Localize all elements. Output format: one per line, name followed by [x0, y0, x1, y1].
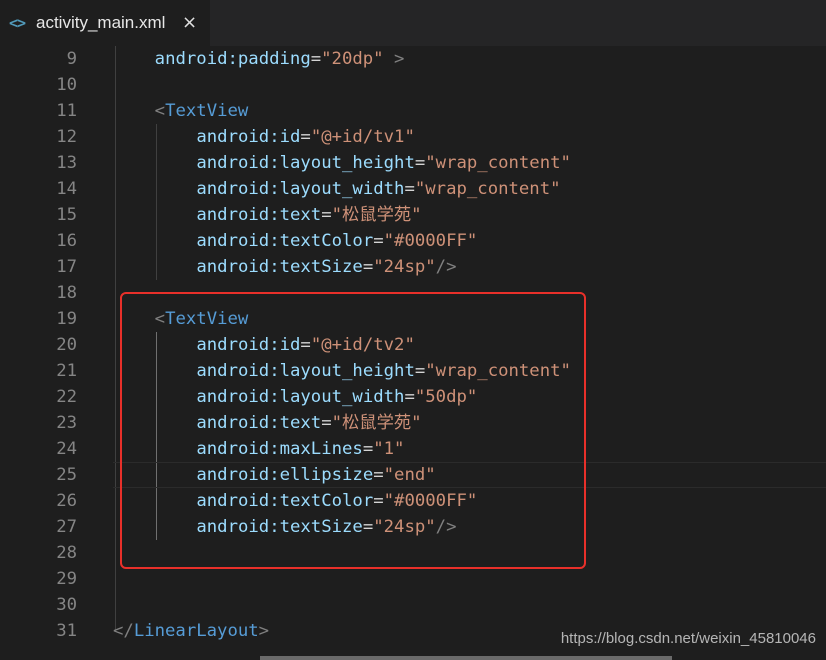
token-attr: android:id	[196, 127, 301, 147]
line-number: 10	[56, 75, 77, 95]
code-text: android:textColor="#0000FF"	[196, 228, 477, 254]
code-line[interactable]: 14 android:layout_width="wrap_content"	[0, 176, 826, 202]
code-line[interactable]: 9 android:padding="20dp" >	[0, 46, 826, 72]
token-eq: =	[300, 127, 311, 147]
line-number: 25	[56, 465, 77, 485]
line-number: 13	[56, 153, 77, 173]
code-line[interactable]: 12 android:id="@+id/tv1"	[0, 124, 826, 150]
token-attr: android:textSize	[196, 257, 363, 277]
code-text: android:layout_height="wrap_content"	[196, 150, 571, 176]
token-punct: />	[435, 257, 457, 277]
code-line[interactable]: 30	[0, 592, 826, 618]
line-number: 15	[56, 205, 77, 225]
token-punct: >	[383, 49, 405, 69]
code-text: android:text="松鼠学苑"	[196, 202, 421, 228]
code-text: <TextView	[155, 98, 249, 124]
token-str: "24sp"	[373, 257, 436, 277]
line-number: 24	[56, 439, 77, 459]
code-line[interactable]: 15 android:text="松鼠学苑"	[0, 202, 826, 228]
line-number: 22	[56, 387, 77, 407]
token-tag: LinearLayout	[133, 621, 259, 641]
highlight-box	[120, 292, 586, 569]
line-number: 12	[56, 127, 77, 147]
line-number: 20	[56, 335, 77, 355]
code-line[interactable]: 17 android:textSize="24sp"/>	[0, 254, 826, 280]
token-str: "wrap_content"	[414, 179, 561, 199]
token-attr: android:padding	[154, 49, 311, 69]
line-number: 16	[56, 231, 77, 251]
token-str: "20dp"	[321, 49, 384, 69]
code-text: android:textSize="24sp"/>	[196, 254, 456, 280]
line-number: 21	[56, 361, 77, 381]
line-number: 30	[56, 595, 77, 615]
token-attr: android:textColor	[196, 231, 374, 251]
token-eq: =	[404, 179, 415, 199]
tab-bar: <> activity_main.xml ×	[0, 0, 826, 46]
token-tag: TextView	[165, 101, 249, 121]
token-eq: =	[321, 205, 332, 225]
code-line[interactable]: 13 android:layout_height="wrap_content"	[0, 150, 826, 176]
token-attr: android:layout_width	[196, 179, 405, 199]
code-text: </LinearLayout>	[113, 618, 269, 644]
line-number: 9	[66, 49, 77, 69]
token-str: "@+id/tv1"	[310, 127, 415, 147]
line-number: 11	[56, 101, 77, 121]
token-punct: </	[113, 621, 134, 641]
token-str: "松鼠学苑"	[331, 205, 422, 225]
horizontal-scrollbar[interactable]	[260, 656, 672, 660]
token-punct: <	[154, 101, 166, 121]
code-line[interactable]: 11 <TextView	[0, 98, 826, 124]
line-number: 23	[56, 413, 77, 433]
code-text: android:padding="20dp" >	[155, 46, 405, 72]
line-number: 14	[56, 179, 77, 199]
line-number: 18	[56, 283, 77, 303]
token-eq: =	[373, 231, 384, 251]
code-line[interactable]: 29	[0, 566, 826, 592]
token-str: "#0000FF"	[383, 231, 478, 251]
code-text: android:layout_width="wrap_content"	[196, 176, 560, 202]
token-punct: >	[258, 621, 270, 641]
line-number: 27	[56, 517, 77, 537]
code-line[interactable]: 16 android:textColor="#0000FF"	[0, 228, 826, 254]
watermark: https://blog.csdn.net/weixin_45810046	[560, 630, 816, 647]
close-icon[interactable]: ×	[182, 12, 197, 33]
code-line[interactable]: 10	[0, 72, 826, 98]
code-text: android:id="@+id/tv1"	[196, 124, 415, 150]
line-number: 28	[56, 543, 77, 563]
tab-activity-main-xml[interactable]: <> activity_main.xml ×	[0, 0, 210, 46]
line-number: 31	[56, 621, 77, 641]
token-attr: android:text	[196, 205, 322, 225]
line-number: 26	[56, 491, 77, 511]
line-number: 19	[56, 309, 77, 329]
token-str: "wrap_content"	[425, 153, 571, 173]
token-attr: android:layout_height	[196, 153, 415, 173]
line-number: 17	[56, 257, 77, 277]
token-eq: =	[414, 153, 426, 173]
token-eq: =	[310, 49, 322, 69]
tab-title: activity_main.xml	[36, 13, 166, 32]
token-eq: =	[362, 257, 374, 277]
line-number: 29	[56, 569, 77, 589]
xml-code-icon: <>	[9, 14, 26, 32]
